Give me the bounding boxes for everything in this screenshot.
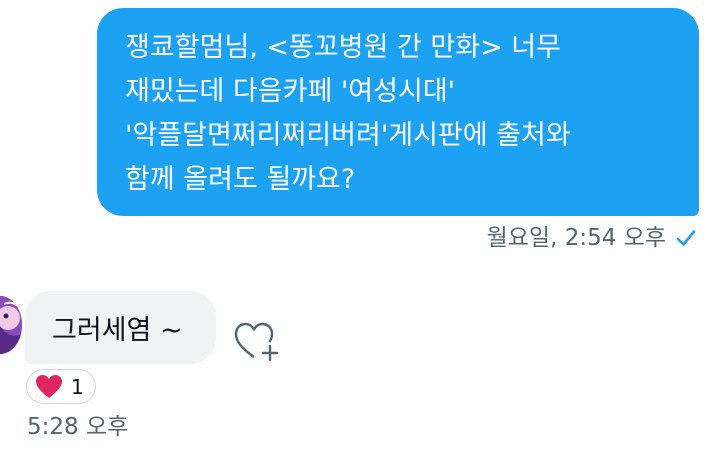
sent-message-line: 쟁쿄할멈님, <똥꼬병원 간 만화> 너무	[125, 32, 561, 63]
sent-message-line: 함께 올려도 될까요?	[125, 164, 356, 195]
received-message-text: 그러세염 ~	[52, 315, 183, 346]
reaction-badge[interactable]: 1	[26, 369, 96, 404]
conversation-view: 쟁쿄할멈님, <똥꼬병원 간 만화> 너무 재밌는데 다음카페 '여성시대' '…	[0, 0, 720, 459]
sent-message-timestamp: 월요일, 2:54 오후	[486, 225, 666, 251]
received-message-bubble[interactable]: 그러세염 ~	[25, 291, 216, 364]
heart-plus-icon[interactable]	[233, 321, 281, 363]
sent-message-bubble[interactable]: 쟁쿄할멈님, <똥꼬병원 간 만화> 너무 재밌는데 다음카페 '여성시대' '…	[97, 8, 699, 216]
reaction-count: 1	[71, 374, 84, 399]
heart-icon	[35, 374, 63, 400]
sent-message-meta: 월요일, 2:54 오후	[487, 222, 698, 254]
sent-message-line: 재밌는데 다음카페 '여성시대'	[125, 76, 456, 107]
sent-message-line: '악플달면쩌리쩌리버려'게시판에 출처와	[125, 120, 571, 151]
received-message-timestamp: 5:28 오후	[27, 414, 129, 440]
avatar[interactable]	[0, 296, 22, 354]
check-icon	[674, 226, 698, 250]
